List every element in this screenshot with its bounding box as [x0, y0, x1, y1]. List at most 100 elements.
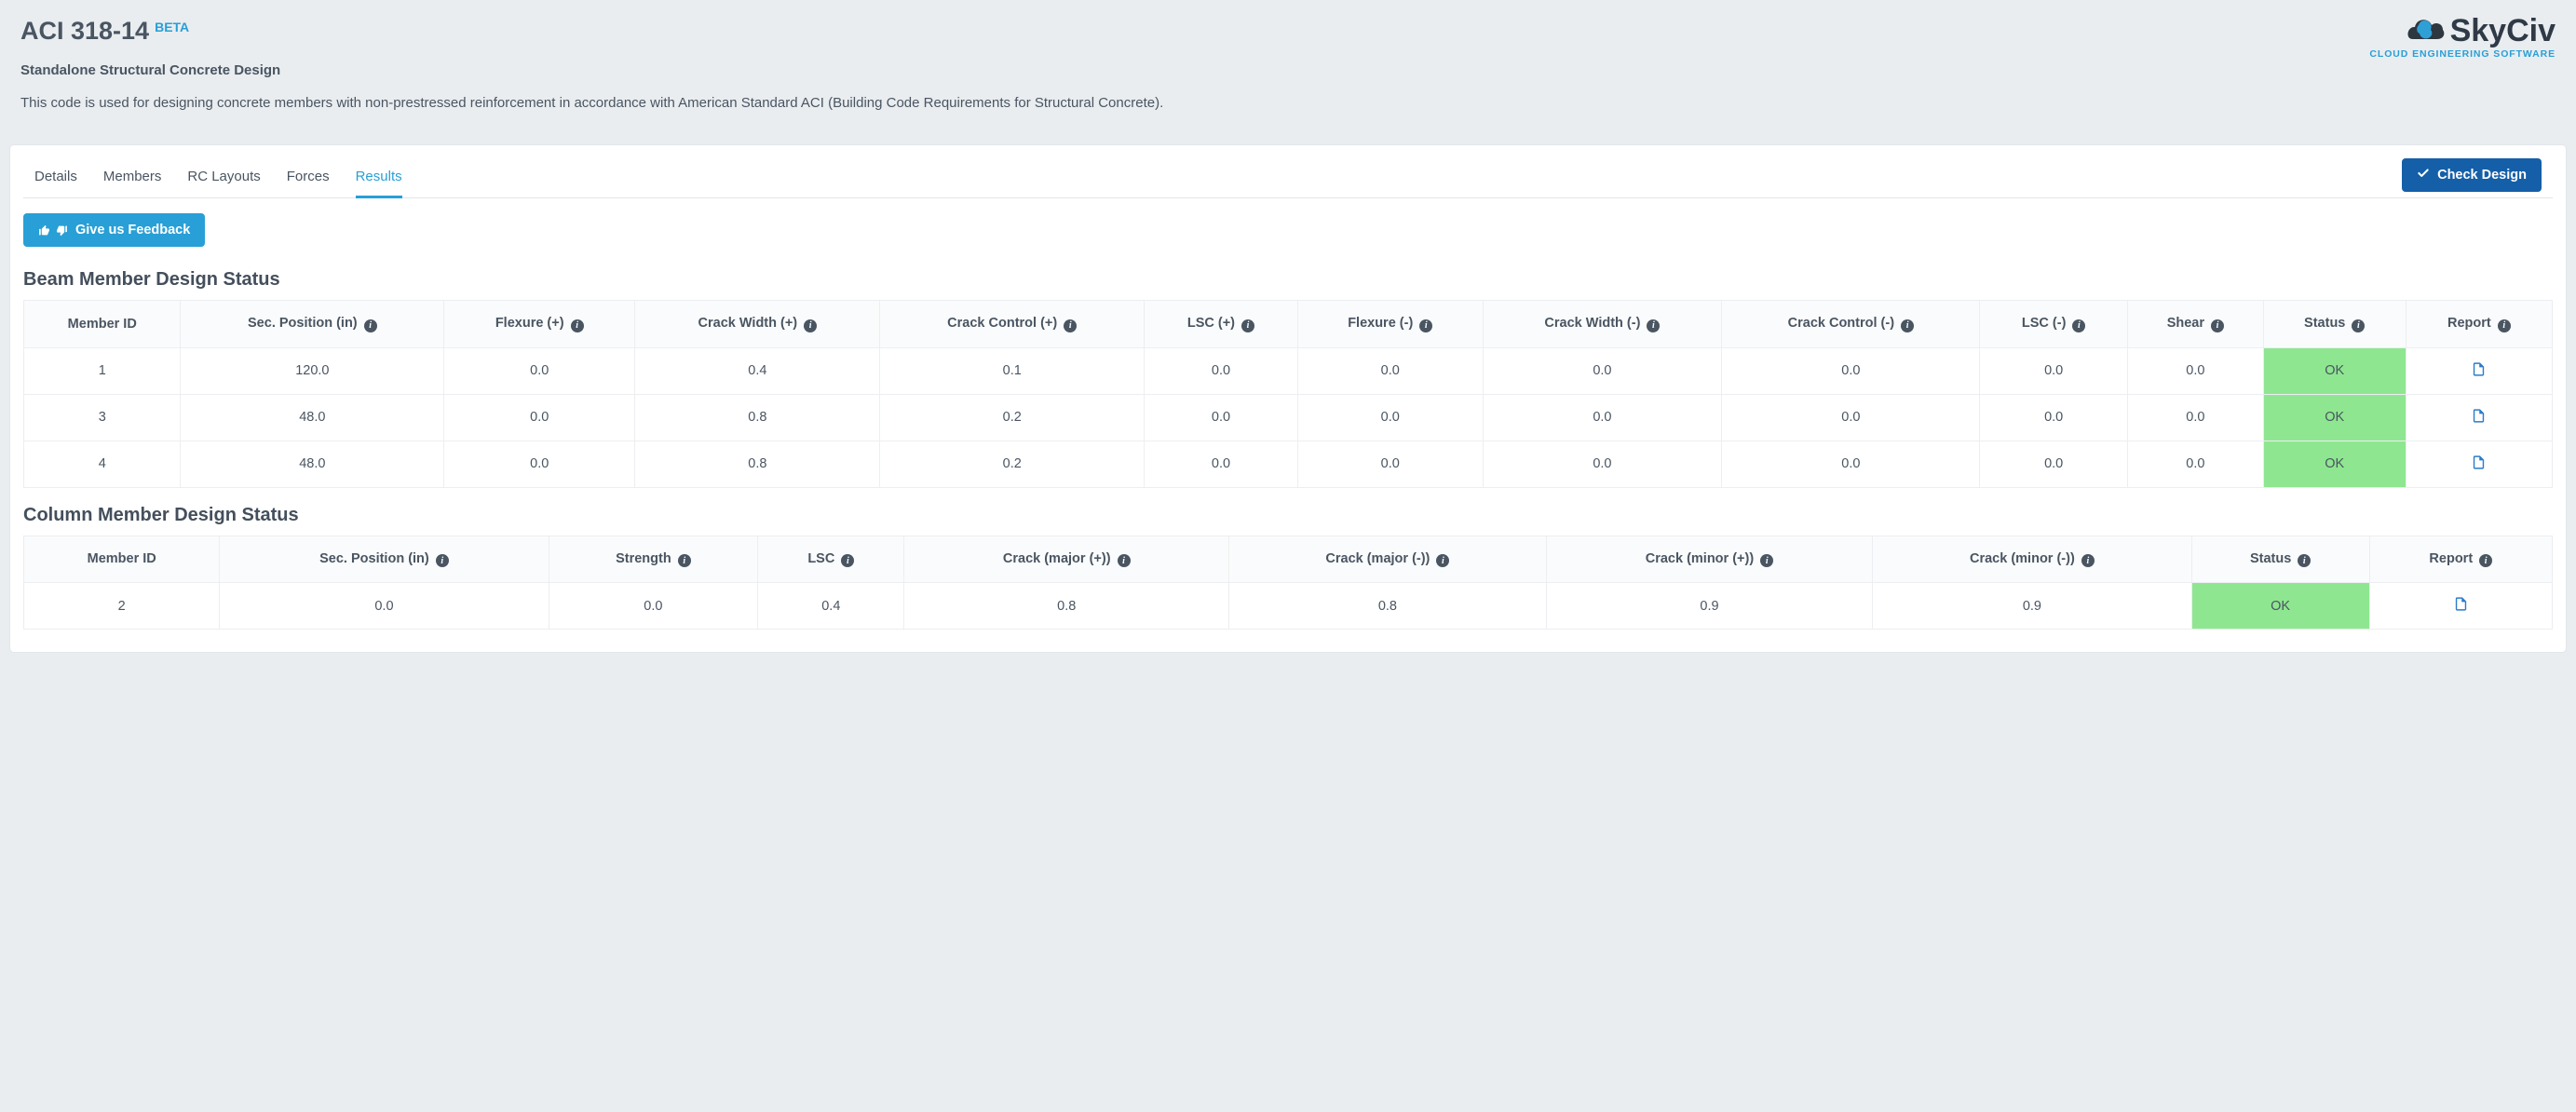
info-icon[interactable]: i	[1760, 554, 1773, 567]
table-cell: 48.0	[181, 441, 444, 487]
info-icon[interactable]: i	[841, 554, 854, 567]
column-label: Flexure (-)	[1348, 316, 1413, 331]
report-cell	[2369, 583, 2552, 630]
tab-forces[interactable]: Forces	[287, 159, 330, 198]
table-cell: 0.0	[1722, 394, 1980, 441]
info-icon[interactable]: i	[2352, 319, 2365, 332]
report-icon[interactable]	[2453, 602, 2469, 617]
check-icon	[2417, 167, 2430, 183]
thumbs-icons	[38, 224, 68, 237]
table-row: 20.00.00.40.80.80.90.9OK	[24, 583, 2553, 630]
table-cell: 0.0	[1144, 441, 1297, 487]
table-cell: 0.0	[1980, 347, 2128, 394]
status-cell: OK	[2191, 583, 2369, 630]
report-icon[interactable]	[2471, 367, 2487, 382]
table-cell: 1	[24, 347, 181, 394]
table-cell: 120.0	[181, 347, 444, 394]
column-header: LSC i	[758, 536, 904, 583]
column-label: Member ID	[68, 317, 137, 332]
column-label: Report	[2447, 316, 2491, 331]
info-icon[interactable]: i	[2479, 554, 2492, 567]
info-icon[interactable]: i	[2498, 319, 2511, 332]
logo-text: SkyCiv	[2450, 15, 2556, 47]
info-icon[interactable]: i	[364, 319, 377, 332]
info-icon[interactable]: i	[1241, 319, 1254, 332]
column-header: Member ID	[24, 536, 220, 583]
info-icon[interactable]: i	[1436, 554, 1449, 567]
brand-logo: SkyCiv CLOUD ENGINEERING SOFTWARE	[2369, 15, 2556, 60]
tab-results[interactable]: Results	[356, 159, 402, 198]
column-label: Member ID	[88, 551, 156, 566]
column-section-title: Column Member Design Status	[23, 505, 2553, 526]
info-icon[interactable]: i	[1647, 319, 1660, 332]
feedback-button[interactable]: Give us Feedback	[23, 213, 205, 247]
column-label: Sec. Position (in)	[248, 316, 358, 331]
table-cell: 0.0	[1483, 394, 1722, 441]
column-label: Strength	[616, 551, 671, 566]
column-header: Crack Width (-) i	[1483, 301, 1722, 348]
table-cell: 48.0	[181, 394, 444, 441]
column-header: Sec. Position (in) i	[220, 536, 549, 583]
table-cell: 0.4	[758, 583, 904, 630]
report-cell	[2406, 347, 2552, 394]
table-cell: 0.8	[1229, 583, 1547, 630]
table-cell: 0.0	[1980, 394, 2128, 441]
column-header: Flexure (-) i	[1297, 301, 1483, 348]
status-cell: OK	[2263, 441, 2406, 487]
tab-details[interactable]: Details	[34, 159, 77, 198]
report-cell	[2406, 441, 2552, 487]
info-icon[interactable]: i	[571, 319, 584, 332]
status-cell: OK	[2263, 394, 2406, 441]
column-header: Report i	[2369, 536, 2552, 583]
table-cell: 0.8	[635, 394, 880, 441]
info-icon[interactable]: i	[804, 319, 817, 332]
column-header: Report i	[2406, 301, 2552, 348]
report-icon[interactable]	[2471, 460, 2487, 475]
column-label: Status	[2250, 551, 2291, 566]
beam-section-title: Beam Member Design Status	[23, 269, 2553, 291]
tab-rc-layouts[interactable]: RC Layouts	[187, 159, 260, 198]
feedback-label: Give us Feedback	[75, 223, 190, 237]
column-label: Flexure (+)	[495, 316, 564, 331]
beam-table: Member ID Sec. Position (in) i Flexure (+)…	[23, 300, 2553, 488]
table-cell: 0.0	[220, 583, 549, 630]
info-icon[interactable]: i	[2081, 554, 2095, 567]
column-label: Report	[2429, 551, 2473, 566]
table-cell: 0.2	[880, 394, 1144, 441]
info-icon[interactable]: i	[678, 554, 691, 567]
table-cell: 0.0	[2127, 441, 2263, 487]
column-label: Crack (major (+))	[1003, 551, 1111, 566]
info-icon[interactable]: i	[2211, 319, 2224, 332]
page-title: ACI 318-14	[20, 17, 149, 46]
report-icon[interactable]	[2471, 414, 2487, 428]
tab-members[interactable]: Members	[103, 159, 162, 198]
column-header: Strength i	[549, 536, 758, 583]
info-icon[interactable]: i	[1419, 319, 1432, 332]
info-icon[interactable]: i	[436, 554, 449, 567]
column-label: Crack Width (+)	[698, 316, 798, 331]
column-header: Sec. Position (in) i	[181, 301, 444, 348]
info-icon[interactable]: i	[2298, 554, 2311, 567]
cloud-logo-icon	[2402, 15, 2447, 47]
table-cell: 0.0	[1297, 347, 1483, 394]
column-header: Crack Width (+) i	[635, 301, 880, 348]
main-card: Details Members RC Layouts Forces Results Ch…	[9, 144, 2567, 653]
info-icon[interactable]: i	[2072, 319, 2085, 332]
info-icon[interactable]: i	[1064, 319, 1077, 332]
check-design-button[interactable]: Check Design	[2402, 158, 2542, 192]
table-cell: 0.2	[880, 441, 1144, 487]
info-icon[interactable]: i	[1118, 554, 1131, 567]
beta-badge: BETA	[155, 20, 189, 34]
table-cell: 0.0	[444, 441, 635, 487]
table-cell: 0.0	[1483, 347, 1722, 394]
table-cell: 0.9	[1873, 583, 2191, 630]
column-header: Crack (major (-)) i	[1229, 536, 1547, 583]
column-label: LSC	[807, 551, 834, 566]
table-cell: 0.0	[2127, 347, 2263, 394]
status-cell: OK	[2263, 347, 2406, 394]
column-header: LSC (-) i	[1980, 301, 2128, 348]
column-header: Status i	[2191, 536, 2369, 583]
column-header: Crack Control (+) i	[880, 301, 1144, 348]
table-row: 1120.00.00.40.10.00.00.00.00.00.0OK	[24, 347, 2553, 394]
info-icon[interactable]: i	[1901, 319, 1914, 332]
